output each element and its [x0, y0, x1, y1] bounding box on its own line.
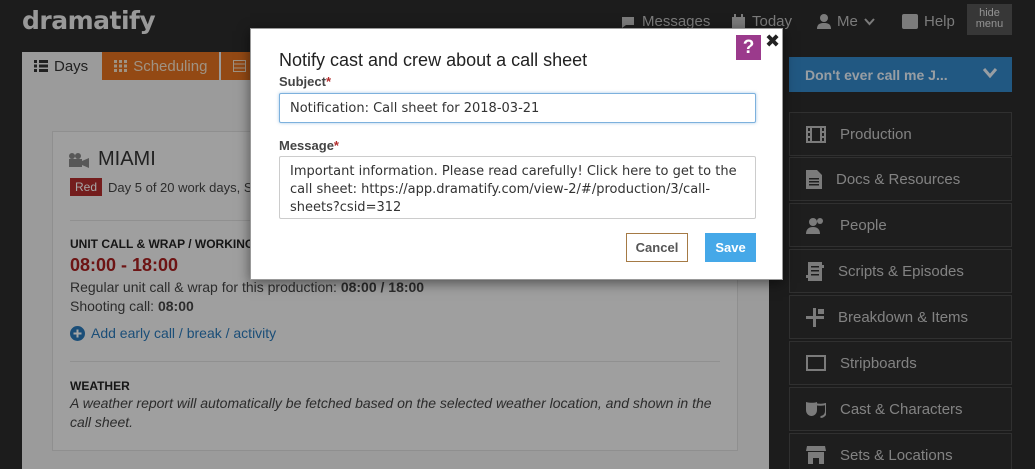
save-button[interactable]: Save: [705, 233, 756, 262]
subject-input[interactable]: [279, 93, 756, 123]
required-mark: *: [333, 138, 339, 153]
cancel-button[interactable]: Cancel: [626, 233, 688, 262]
required-mark: *: [325, 74, 332, 89]
message-label: Message*: [279, 138, 339, 153]
dialog-title: Notify cast and crew about a call sheet: [279, 50, 588, 70]
message-label-text: Message: [279, 138, 334, 153]
message-textarea[interactable]: Important information. Please read caref…: [279, 156, 756, 219]
close-button[interactable]: ✖: [765, 31, 780, 52]
subject-label-text: Subject: [279, 74, 326, 89]
subject-label: Subject*: [279, 74, 331, 89]
help-button[interactable]: ?: [736, 35, 761, 60]
notify-dialog: Notify cast and crew about a call sheet …: [250, 28, 783, 280]
